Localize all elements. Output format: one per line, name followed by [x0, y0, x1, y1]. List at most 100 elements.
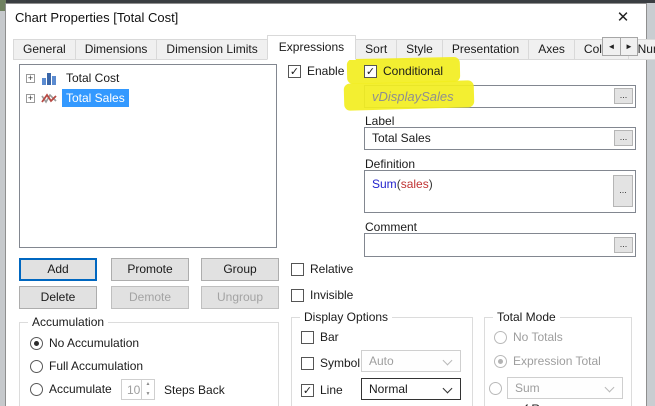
steps-back-label: Steps Back: [164, 383, 225, 397]
line-style-value: Normal: [369, 382, 408, 396]
bar-label: Bar: [320, 330, 339, 344]
definition-input[interactable]: Sum(sales) ...: [364, 170, 636, 213]
no-totals-label: No Totals: [513, 330, 563, 344]
invisible-checkbox[interactable]: Invisible: [291, 288, 353, 302]
title-bar[interactable]: Chart Properties [Total Cost] ✕: [6, 4, 646, 32]
tab-expressions[interactable]: Expressions: [266, 35, 357, 60]
checkbox-checked-icon[interactable]: ✓: [364, 64, 377, 78]
radio-unselected-icon[interactable]: [30, 359, 43, 373]
accumulate-radio[interactable]: Accumulate: [30, 382, 112, 396]
relative-checkbox[interactable]: Relative: [291, 262, 353, 276]
bar-checkbox[interactable]: Bar: [301, 330, 339, 344]
ellipsis-button[interactable]: ...: [614, 88, 633, 104]
conditional-expression-value: vDisplaySales: [372, 89, 454, 104]
demote-button[interactable]: Demote: [111, 286, 189, 309]
radio-selected-icon[interactable]: [30, 336, 43, 350]
expression-item-label[interactable]: Total Sales: [62, 89, 129, 107]
symbol-style-value: Auto: [369, 354, 394, 368]
comment-input[interactable]: ...: [364, 233, 636, 257]
chevron-down-icon: [604, 382, 615, 393]
line-chart-icon: [41, 92, 57, 104]
total-mode-title: Total Mode: [493, 310, 560, 324]
checkbox-checked-icon[interactable]: ✓: [301, 383, 314, 397]
display-options-title: Display Options: [300, 310, 393, 324]
checkbox-checked-icon[interactable]: ✓: [288, 64, 301, 78]
conditional-label: Conditional: [383, 64, 444, 78]
invisible-label: Invisible: [310, 288, 354, 302]
label-caption: Label: [365, 114, 395, 128]
relative-label: Relative: [310, 262, 354, 276]
label-value: Total Sales: [372, 131, 431, 145]
expand-icon[interactable]: +: [26, 73, 35, 83]
ungroup-button[interactable]: Ungroup: [201, 286, 279, 309]
line-checkbox[interactable]: ✓ Line: [301, 383, 343, 397]
radio-unselected-icon[interactable]: [489, 382, 502, 395]
no-accumulation-radio[interactable]: No Accumulation: [30, 336, 139, 350]
spinner-down-icon[interactable]: ▼: [142, 390, 154, 400]
screen: Chart Properties [Total Cost] ✕ General …: [0, 0, 655, 406]
aggregate-radio[interactable]: [489, 382, 502, 395]
expand-icon[interactable]: +: [26, 93, 35, 103]
conditional-checkbox[interactable]: ✓ Conditional: [364, 64, 443, 78]
accumulation-title: Accumulation: [28, 315, 109, 329]
definition-value: Sum(sales): [372, 177, 433, 191]
symbol-label: Symbol: [320, 356, 361, 370]
full-accumulation-radio[interactable]: Full Accumulation: [30, 359, 143, 373]
tab-scroll-left-icon[interactable]: ◄: [603, 38, 620, 55]
expression-total-label: Expression Total: [513, 354, 601, 368]
no-totals-radio[interactable]: No Totals: [494, 330, 563, 344]
tab-general[interactable]: General: [13, 39, 76, 60]
tab-dimension-limits[interactable]: Dimension Limits: [156, 39, 268, 60]
checkbox-unchecked-icon[interactable]: [291, 262, 304, 276]
expression-total-radio[interactable]: Expression Total: [494, 354, 601, 368]
add-button[interactable]: Add: [19, 258, 97, 281]
chevron-down-icon: [442, 355, 453, 366]
promote-button[interactable]: Promote: [111, 258, 189, 281]
no-accumulation-label: No Accumulation: [49, 336, 140, 350]
radio-unselected-icon[interactable]: [30, 382, 43, 396]
radio-unselected-icon[interactable]: [494, 330, 507, 344]
ellipsis-button[interactable]: ...: [614, 130, 633, 146]
label-input[interactable]: Total Sales ...: [364, 127, 636, 150]
stepper-arrows: ▲ ▼: [141, 380, 154, 399]
aggregate-value: Sum: [515, 381, 540, 395]
tab-dimensions[interactable]: Dimensions: [74, 39, 158, 60]
chart-properties-dialog: Chart Properties [Total Cost] ✕ General …: [5, 3, 655, 406]
enable-checkbox[interactable]: ✓ Enable: [288, 64, 344, 78]
delete-button[interactable]: Delete: [19, 286, 97, 309]
expression-item-label[interactable]: Total Cost: [62, 69, 123, 87]
tabs: General Dimensions Dimension Limits Expr…: [13, 35, 655, 60]
symbol-style-select[interactable]: Auto: [361, 350, 461, 372]
full-accumulation-label: Full Accumulation: [49, 359, 144, 373]
ellipsis-button[interactable]: ...: [614, 237, 633, 253]
list-item[interactable]: + Total Cost: [20, 68, 276, 88]
of-rows-label: of Rows: [518, 402, 561, 406]
tab-strip: General Dimensions Dimension Limits Expr…: [13, 34, 655, 60]
steps-back-stepper[interactable]: 10 ▲ ▼: [121, 379, 155, 400]
group-button[interactable]: Group: [201, 258, 279, 281]
tab-scroller-group: ◄ ►: [602, 37, 638, 56]
expression-list[interactable]: + Total Cost + Total Sales: [19, 64, 277, 248]
ellipsis-button[interactable]: ...: [613, 175, 633, 207]
bar-chart-icon: [42, 72, 56, 85]
accumulate-label: Accumulate: [49, 382, 112, 396]
chevron-down-icon: [442, 383, 453, 394]
symbol-checkbox[interactable]: Symbol: [301, 356, 360, 370]
enable-label: Enable: [307, 64, 345, 78]
comment-caption: Comment: [365, 220, 418, 234]
checkbox-unchecked-icon[interactable]: [301, 330, 314, 344]
steps-back-value: 10: [127, 383, 141, 397]
line-style-select[interactable]: Normal: [361, 378, 461, 400]
close-icon[interactable]: ✕: [610, 7, 636, 29]
spinner-up-icon[interactable]: ▲: [142, 380, 154, 390]
radio-selected-icon[interactable]: [494, 354, 507, 368]
checkbox-unchecked-icon[interactable]: [301, 356, 314, 370]
line-label: Line: [320, 383, 343, 397]
checkbox-unchecked-icon[interactable]: [291, 288, 304, 302]
tab-axes[interactable]: Axes: [528, 39, 575, 60]
list-item[interactable]: + Total Sales: [20, 88, 276, 108]
tab-scroll-right-icon[interactable]: ►: [620, 38, 637, 55]
definition-caption: Definition: [365, 157, 416, 171]
tab-sort[interactable]: Sort: [355, 39, 398, 60]
aggregate-select[interactable]: Sum: [507, 377, 623, 399]
